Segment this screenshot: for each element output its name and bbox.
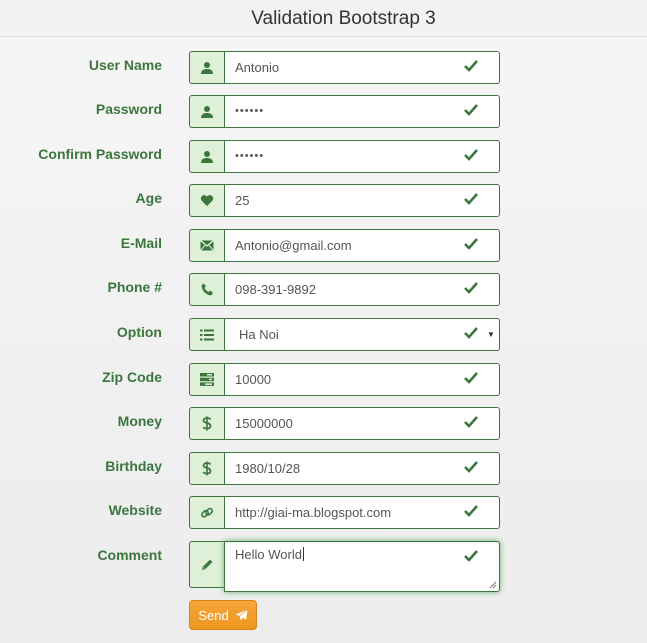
confirm-password-label: Confirm Password [38,146,162,162]
money-label: Money [117,413,162,429]
page-title: Validation Bootstrap 3 [251,8,436,29]
check-icon [463,325,479,341]
check-icon [463,191,479,207]
user-icon [189,140,224,173]
form-row-comment: Comment Hello World [0,541,647,592]
dollar-icon [189,452,224,485]
check-icon [463,147,479,163]
dollar-icon [189,407,224,440]
heart-icon [189,184,224,217]
caret-down-icon[interactable]: ▼ [487,330,495,339]
comment-label: Comment [97,547,162,563]
title-bar: Validation Bootstrap 3 [0,0,647,37]
user-icon [189,95,224,128]
user-icon [189,51,224,84]
email-input[interactable]: Antonio@gmail.com [224,229,500,262]
check-icon [463,459,479,475]
check-icon [463,236,479,252]
zip-input[interactable]: 10000 [224,363,500,396]
pencil-icon [189,541,224,588]
form-row-username: User Name Antonio [0,51,647,85]
phone-label: Phone # [107,279,162,295]
check-icon [463,548,479,564]
check-icon [463,414,479,430]
username-label: User Name [88,57,162,73]
comment-textarea[interactable]: Hello World [224,541,500,592]
password-input[interactable]: •••••• [224,95,500,128]
check-icon [463,58,479,74]
form-row-birthday: Birthday 1980/10/28 [0,452,647,486]
link-icon [189,496,224,529]
text-cursor [302,547,304,561]
form-row-zip: Zip Code 10000 [0,363,647,397]
form-row-phone: Phone # 098-391-9892 [0,273,647,307]
password-label: Password [95,101,162,117]
form-row-option: Option Ha Noi ▼ [0,318,647,352]
form-row-money: Money 15000000 [0,407,647,441]
comment-text: Hello World [235,547,302,562]
phone-input[interactable]: 098-391-9892 [224,273,500,306]
check-icon [463,370,479,386]
username-input[interactable]: Antonio [224,51,500,84]
form-row-confirm-password: Confirm Password •••••• [0,140,647,174]
resize-handle-icon[interactable] [489,581,497,589]
form-row-password: Password •••••• [0,95,647,129]
money-input[interactable]: 15000000 [224,407,500,440]
age-label: Age [135,190,162,206]
send-icon [235,609,248,621]
form-row-age: Age 25 [0,184,647,218]
check-icon [463,503,479,519]
birthday-label: Birthday [105,458,162,474]
send-button-label: Send [198,607,229,623]
option-label: Option [116,324,162,340]
form-row-website: Website http://giai-ma.blogspot.com [0,496,647,530]
website-label: Website [108,502,162,518]
form-row-email: E-Mail Antonio@gmail.com [0,229,647,263]
check-icon [463,102,479,118]
confirm-password-input[interactable]: •••••• [224,140,500,173]
phone-icon [189,273,224,306]
list-icon [189,318,224,351]
option-select[interactable]: Ha Noi [224,318,500,351]
age-input[interactable]: 25 [224,184,500,217]
tasks-icon [189,363,224,396]
website-input[interactable]: http://giai-ma.blogspot.com [224,496,500,529]
birthday-input[interactable]: 1980/10/28 [224,452,500,485]
email-label: E-Mail [120,235,162,251]
envelope-icon [189,229,224,262]
check-icon [463,280,479,296]
send-button[interactable]: Send [189,600,257,630]
zip-label: Zip Code [102,369,162,385]
